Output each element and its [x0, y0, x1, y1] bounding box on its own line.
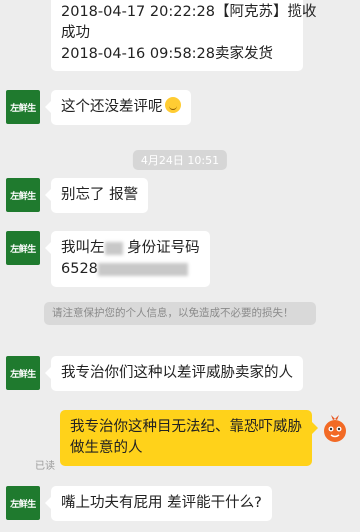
message-text: 别忘了 报警 [61, 187, 139, 203]
avatar-text: 左鲜生 [10, 191, 36, 202]
shipping-line-2: 成功 [61, 25, 90, 41]
shipping-line-3: 2018-04-16 09:58:28卖家发货 [61, 46, 273, 62]
shipping-line-1: 2018-04-17 20:22:28【阿克苏】揽收 [61, 4, 317, 20]
user-avatar-mascot-icon[interactable] [320, 414, 350, 444]
message-bubble[interactable]: 我专治你们这种以差评威胁卖家的人 [45, 356, 303, 391]
smile-emoji-icon [164, 97, 181, 113]
avatar-text: 左鲜生 [10, 244, 36, 255]
contact-avatar[interactable]: 左鲜生 [6, 486, 40, 520]
timestamp-pill: 4月24日 10:51 [132, 150, 228, 170]
name-suffix: 身份证号码 [122, 240, 200, 256]
reply-line-2: 做生意的人 [70, 440, 143, 456]
read-status: 已读 [35, 461, 55, 472]
message-text: 嘴上功夫有屁用 差评能干什么? [61, 495, 262, 511]
reply-bubble[interactable]: 我专治你这种目无法纪、靠恐吓威胁 做生意的人 [60, 410, 318, 466]
redacted-id [97, 262, 188, 276]
reply-line-1: 我专治你这种目无法纪、靠恐吓威胁 [70, 419, 302, 435]
message-line: 我叫左 身份证号码 [61, 238, 200, 259]
message-line: 6528 [61, 259, 200, 280]
avatar-text: 左鲜生 [10, 103, 36, 114]
shipping-info-bubble[interactable]: 2018-04-17 20:22:28【阿克苏】揽收 成功 2018-04-16… [51, 0, 317, 71]
id-prefix: 6528 [61, 261, 98, 277]
chat-window: 2018-04-17 20:22:28【阿克苏】揽收 成功 2018-04-16… [0, 0, 360, 532]
contact-avatar[interactable]: 左鲜生 [6, 90, 40, 124]
message-bubble[interactable]: 这个还没差评呢 [45, 90, 191, 125]
privacy-notice: 请注意保护您的个人信息，以免造成不必要的损失！ [44, 302, 316, 325]
message-bubble[interactable]: 嘴上功夫有屁用 差评能干什么? [45, 486, 272, 521]
privacy-notice-text: 请注意保护您的个人信息，以免造成不必要的损失！ [52, 307, 294, 319]
avatar-text: 左鲜生 [10, 499, 36, 510]
contact-avatar[interactable]: 左鲜生 [6, 356, 40, 390]
avatar-text: 左鲜生 [10, 369, 36, 380]
message-bubble[interactable]: 我叫左 身份证号码 6528 [45, 231, 210, 287]
contact-avatar[interactable]: 左鲜生 [6, 231, 40, 265]
name-prefix: 我叫左 [61, 240, 105, 256]
message-text: 我专治你们这种以差评威胁卖家的人 [61, 365, 293, 381]
redacted-name [104, 241, 123, 255]
contact-avatar[interactable]: 左鲜生 [6, 178, 40, 212]
message-text: 这个还没差评呢 [61, 99, 163, 115]
message-bubble[interactable]: 别忘了 报警 [44, 178, 149, 213]
